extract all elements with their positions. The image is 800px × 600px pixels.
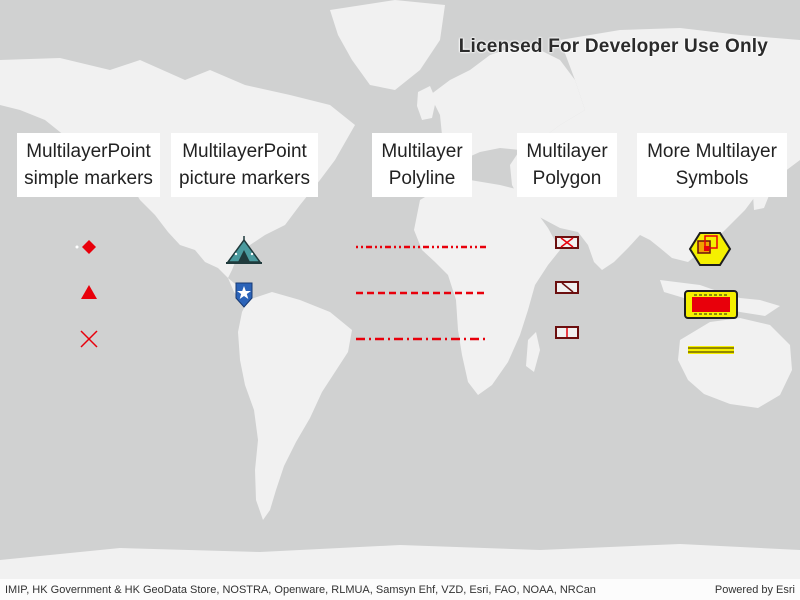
triangle-marker[interactable] [81, 285, 97, 299]
tent-icon[interactable] [226, 236, 262, 264]
complex-rectangle-symbol[interactable] [684, 290, 738, 319]
map-view[interactable]: Licensed For Developer Use Only Multilay… [0, 0, 800, 600]
pin-star-icon[interactable] [235, 282, 253, 308]
hexagon-complex-marker[interactable] [688, 232, 732, 266]
x-marker[interactable] [80, 330, 98, 348]
diamond-marker[interactable] [82, 240, 96, 254]
powered-by-esri[interactable]: Powered by Esri [715, 584, 795, 596]
graphics-layer [75, 232, 738, 354]
yellow-double-line-symbol[interactable] [688, 346, 734, 354]
tiny-dot-marker [75, 245, 79, 249]
polygon-diagonal-cross[interactable] [555, 236, 579, 249]
attribution-sources[interactable]: IMIP, HK Government & HK GeoData Store, … [5, 584, 596, 596]
polygon-forward-diagonal[interactable] [555, 281, 579, 294]
attribution-bar: IMIP, HK Government & HK GeoData Store, … [0, 579, 800, 600]
polygon-vertical[interactable] [555, 326, 579, 339]
